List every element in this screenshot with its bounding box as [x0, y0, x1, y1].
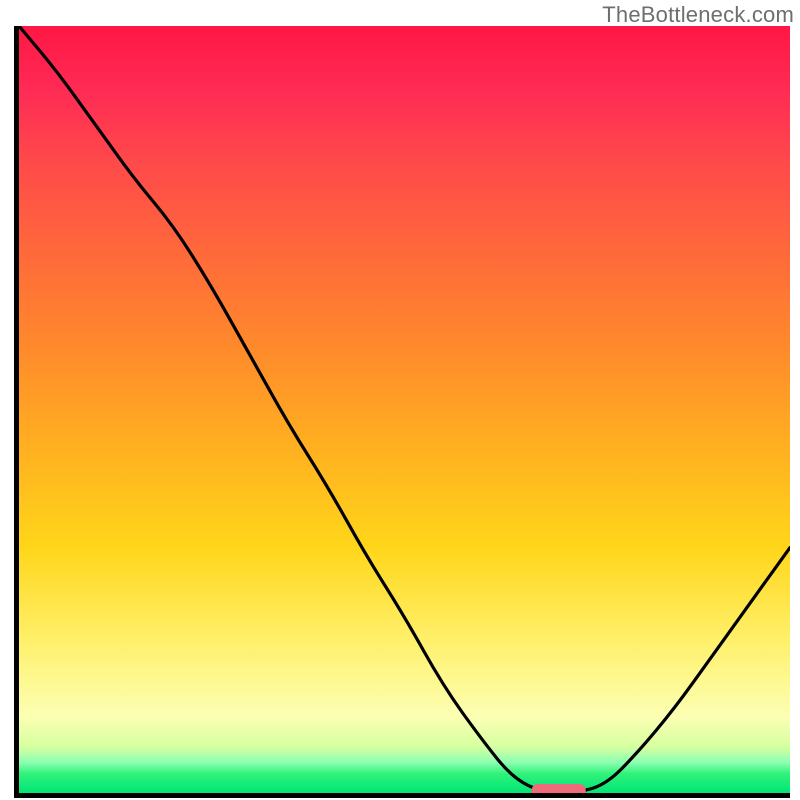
optimal-marker	[532, 784, 586, 793]
curve-overlay	[19, 26, 790, 793]
bottleneck-chart: TheBottleneck.com	[0, 0, 800, 800]
bottleneck-curve	[19, 26, 790, 793]
plot-area	[14, 26, 790, 798]
watermark-text: TheBottleneck.com	[602, 2, 794, 28]
